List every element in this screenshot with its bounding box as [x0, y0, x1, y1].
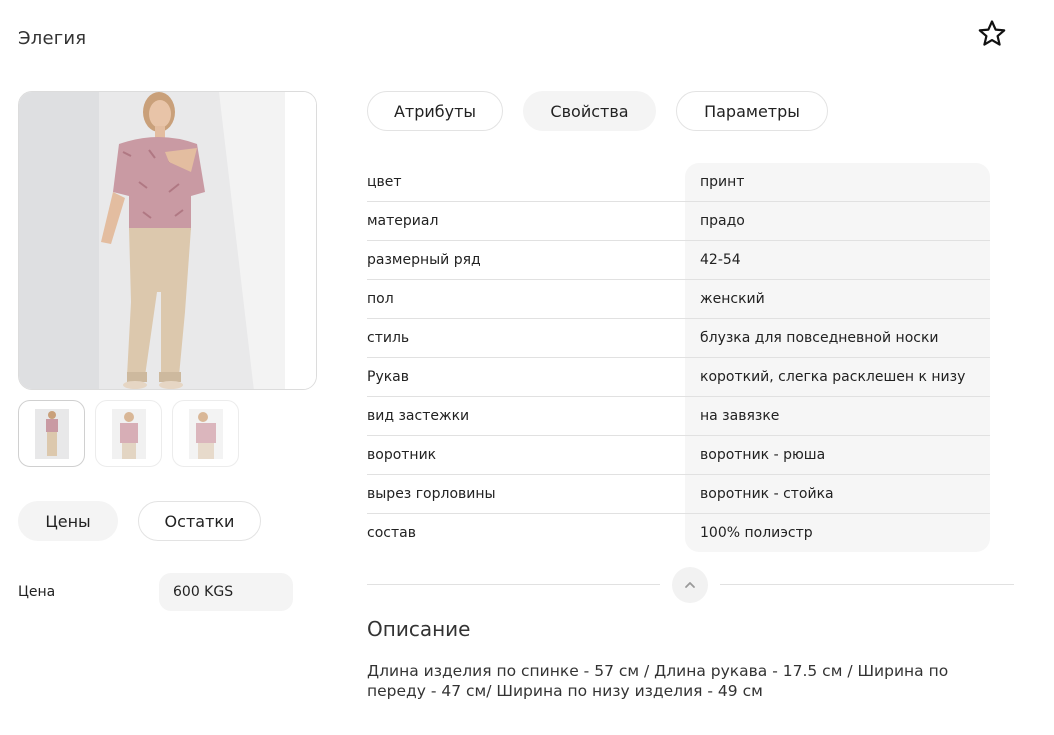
property-key: Рукав: [367, 369, 410, 385]
divider: [367, 584, 660, 585]
table-row: цвет принт: [367, 163, 990, 202]
property-value: 100% полиэстр: [700, 525, 813, 541]
property-key: воротник: [367, 447, 437, 463]
tab-prices[interactable]: Цены: [18, 501, 118, 541]
thumbnail-3[interactable]: [172, 400, 239, 467]
price-label: Цена: [18, 584, 56, 600]
table-row: вырез горловины воротник - стойка: [367, 475, 990, 514]
table-row: стиль блузка для повседневной носки: [367, 319, 990, 358]
collapse-button[interactable]: [672, 567, 708, 603]
property-key: размерный ряд: [367, 252, 481, 268]
property-value: на завязке: [700, 408, 780, 424]
tab-attributes[interactable]: Атрибуты: [367, 91, 503, 131]
property-value: принт: [700, 174, 745, 190]
properties-table: цвет принт материал прадо размерный ряд …: [367, 163, 990, 552]
thumbnail-1[interactable]: [18, 400, 85, 467]
description-title: Описание: [367, 617, 471, 641]
property-value: женский: [700, 291, 765, 307]
property-key: стиль: [367, 330, 410, 346]
property-key: состав: [367, 525, 416, 541]
property-value: короткий, слегка расклешен к низу: [700, 369, 966, 385]
property-value: блузка для повседневной носки: [700, 330, 939, 346]
table-row: состав 100% полиэстр: [367, 514, 990, 553]
description-text: Длина изделия по спинке - 57 см / Длина …: [367, 662, 949, 700]
thumbnail-2[interactable]: [95, 400, 162, 467]
table-row: материал прадо: [367, 202, 990, 241]
product-main-image[interactable]: [18, 91, 317, 390]
property-key: пол: [367, 291, 394, 307]
tab-stock[interactable]: Остатки: [138, 501, 261, 541]
property-value: 42-54: [700, 252, 741, 268]
table-row: воротник воротник - рюша: [367, 436, 990, 475]
table-row: Рукав короткий, слегка расклешен к низу: [367, 358, 990, 397]
table-row: размерный ряд 42-54: [367, 241, 990, 280]
property-key: материал: [367, 213, 439, 229]
table-row: пол женский: [367, 280, 990, 319]
divider: [720, 584, 1014, 585]
property-key: вид застежки: [367, 408, 470, 424]
property-value: воротник - рюша: [700, 447, 826, 463]
favorite-star-icon[interactable]: [976, 18, 1008, 50]
tab-properties[interactable]: Свойства: [523, 91, 656, 131]
property-value: прадо: [700, 213, 745, 229]
table-row: вид застежки на завязке: [367, 397, 990, 436]
tab-parameters[interactable]: Параметры: [676, 91, 828, 131]
price-value: 600 KGS: [159, 573, 293, 611]
chevron-up-icon: [685, 582, 695, 588]
product-title: Элегия: [18, 28, 87, 49]
property-value: воротник - стойка: [700, 486, 834, 502]
property-key: цвет: [367, 174, 402, 190]
property-key: вырез горловины: [367, 486, 496, 502]
